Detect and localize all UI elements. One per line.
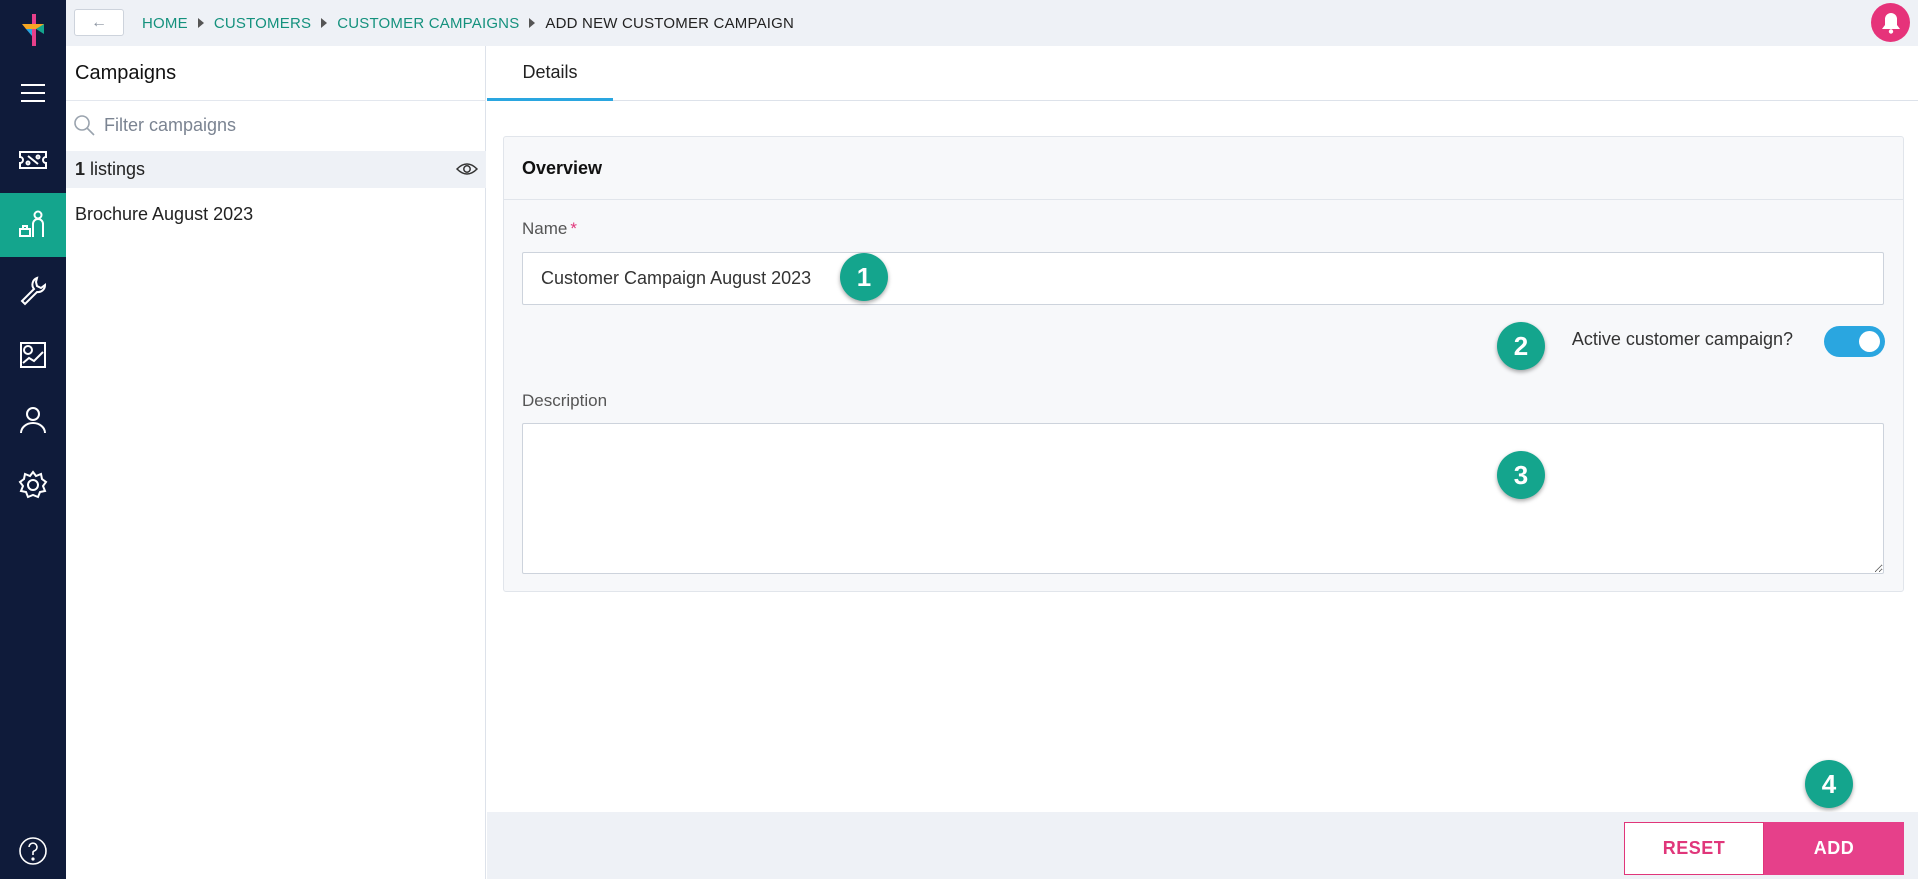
filter-bar	[72, 110, 480, 140]
step-marker-4: 4	[1805, 760, 1853, 808]
description-field[interactable]	[522, 423, 1884, 574]
divider	[66, 100, 486, 101]
chevron-right-icon	[197, 18, 204, 28]
back-button[interactable]: ←	[74, 9, 124, 36]
chevron-right-icon	[529, 18, 536, 28]
campaigns-panel: Campaigns 1 listings Brochure August 202…	[66, 46, 486, 879]
section-title: Overview	[504, 137, 1903, 200]
breadcrumb: HOME CUSTOMERS CUSTOMER CAMPAIGNS ADD NE…	[142, 0, 794, 46]
step-marker-2: 2	[1497, 322, 1545, 370]
breadcrumb-home[interactable]: HOME	[142, 15, 188, 32]
active-toggle-label: Active customer campaign?	[1571, 329, 1793, 349]
app-logo[interactable]	[18, 12, 48, 48]
eye-icon[interactable]	[456, 160, 478, 178]
tab-bar: Details	[487, 46, 1918, 101]
report-icon[interactable]	[0, 323, 66, 387]
breadcrumb-customers[interactable]: CUSTOMERS	[214, 15, 311, 32]
breadcrumb-customer-campaigns[interactable]: CUSTOMER CAMPAIGNS	[337, 15, 519, 32]
listing-count-number: 1	[75, 159, 86, 179]
user-icon[interactable]	[0, 388, 66, 452]
top-bar: ← HOME CUSTOMERS CUSTOMER CAMPAIGNS ADD …	[66, 0, 1918, 46]
listing-count: 1 listings	[66, 151, 486, 188]
filter-campaigns-input[interactable]	[104, 114, 464, 136]
ticket-icon[interactable]	[0, 128, 66, 192]
form-footer: RESET ADD	[487, 812, 1918, 879]
step-marker-1: 1	[840, 253, 888, 301]
notifications-button[interactable]	[1871, 3, 1910, 42]
main-content: Details Overview Name* Active customer c…	[487, 46, 1918, 879]
list-item[interactable]: Brochure August 2023	[75, 204, 253, 225]
help-icon[interactable]	[0, 819, 66, 883]
breadcrumb-current: ADD NEW CUSTOMER CAMPAIGN	[545, 14, 795, 32]
name-label-text: Name	[522, 219, 568, 238]
description-label: Description	[522, 391, 608, 410]
wrench-icon[interactable]	[0, 258, 66, 322]
settings-icon[interactable]	[0, 453, 66, 517]
active-toggle[interactable]	[1824, 326, 1885, 357]
customers-icon[interactable]	[0, 193, 66, 257]
step-marker-3: 3	[1497, 451, 1545, 499]
panel-title: Campaigns	[75, 61, 177, 84]
overview-card: Overview Name* Active customer campaign?…	[503, 136, 1904, 592]
name-field-label: Name *	[522, 219, 577, 239]
add-button[interactable]: ADD	[1764, 822, 1904, 875]
menu-icon[interactable]	[0, 61, 66, 125]
toggle-knob	[1859, 331, 1880, 352]
required-marker: *	[570, 219, 577, 238]
search-icon	[74, 115, 95, 136]
listing-count-label: listings	[90, 159, 146, 179]
chevron-right-icon	[321, 18, 328, 28]
nav-rail	[0, 0, 66, 879]
bell-icon	[1881, 12, 1900, 34]
tab-details[interactable]: Details	[487, 46, 613, 101]
name-field[interactable]	[522, 252, 1884, 305]
reset-button[interactable]: RESET	[1624, 822, 1764, 875]
